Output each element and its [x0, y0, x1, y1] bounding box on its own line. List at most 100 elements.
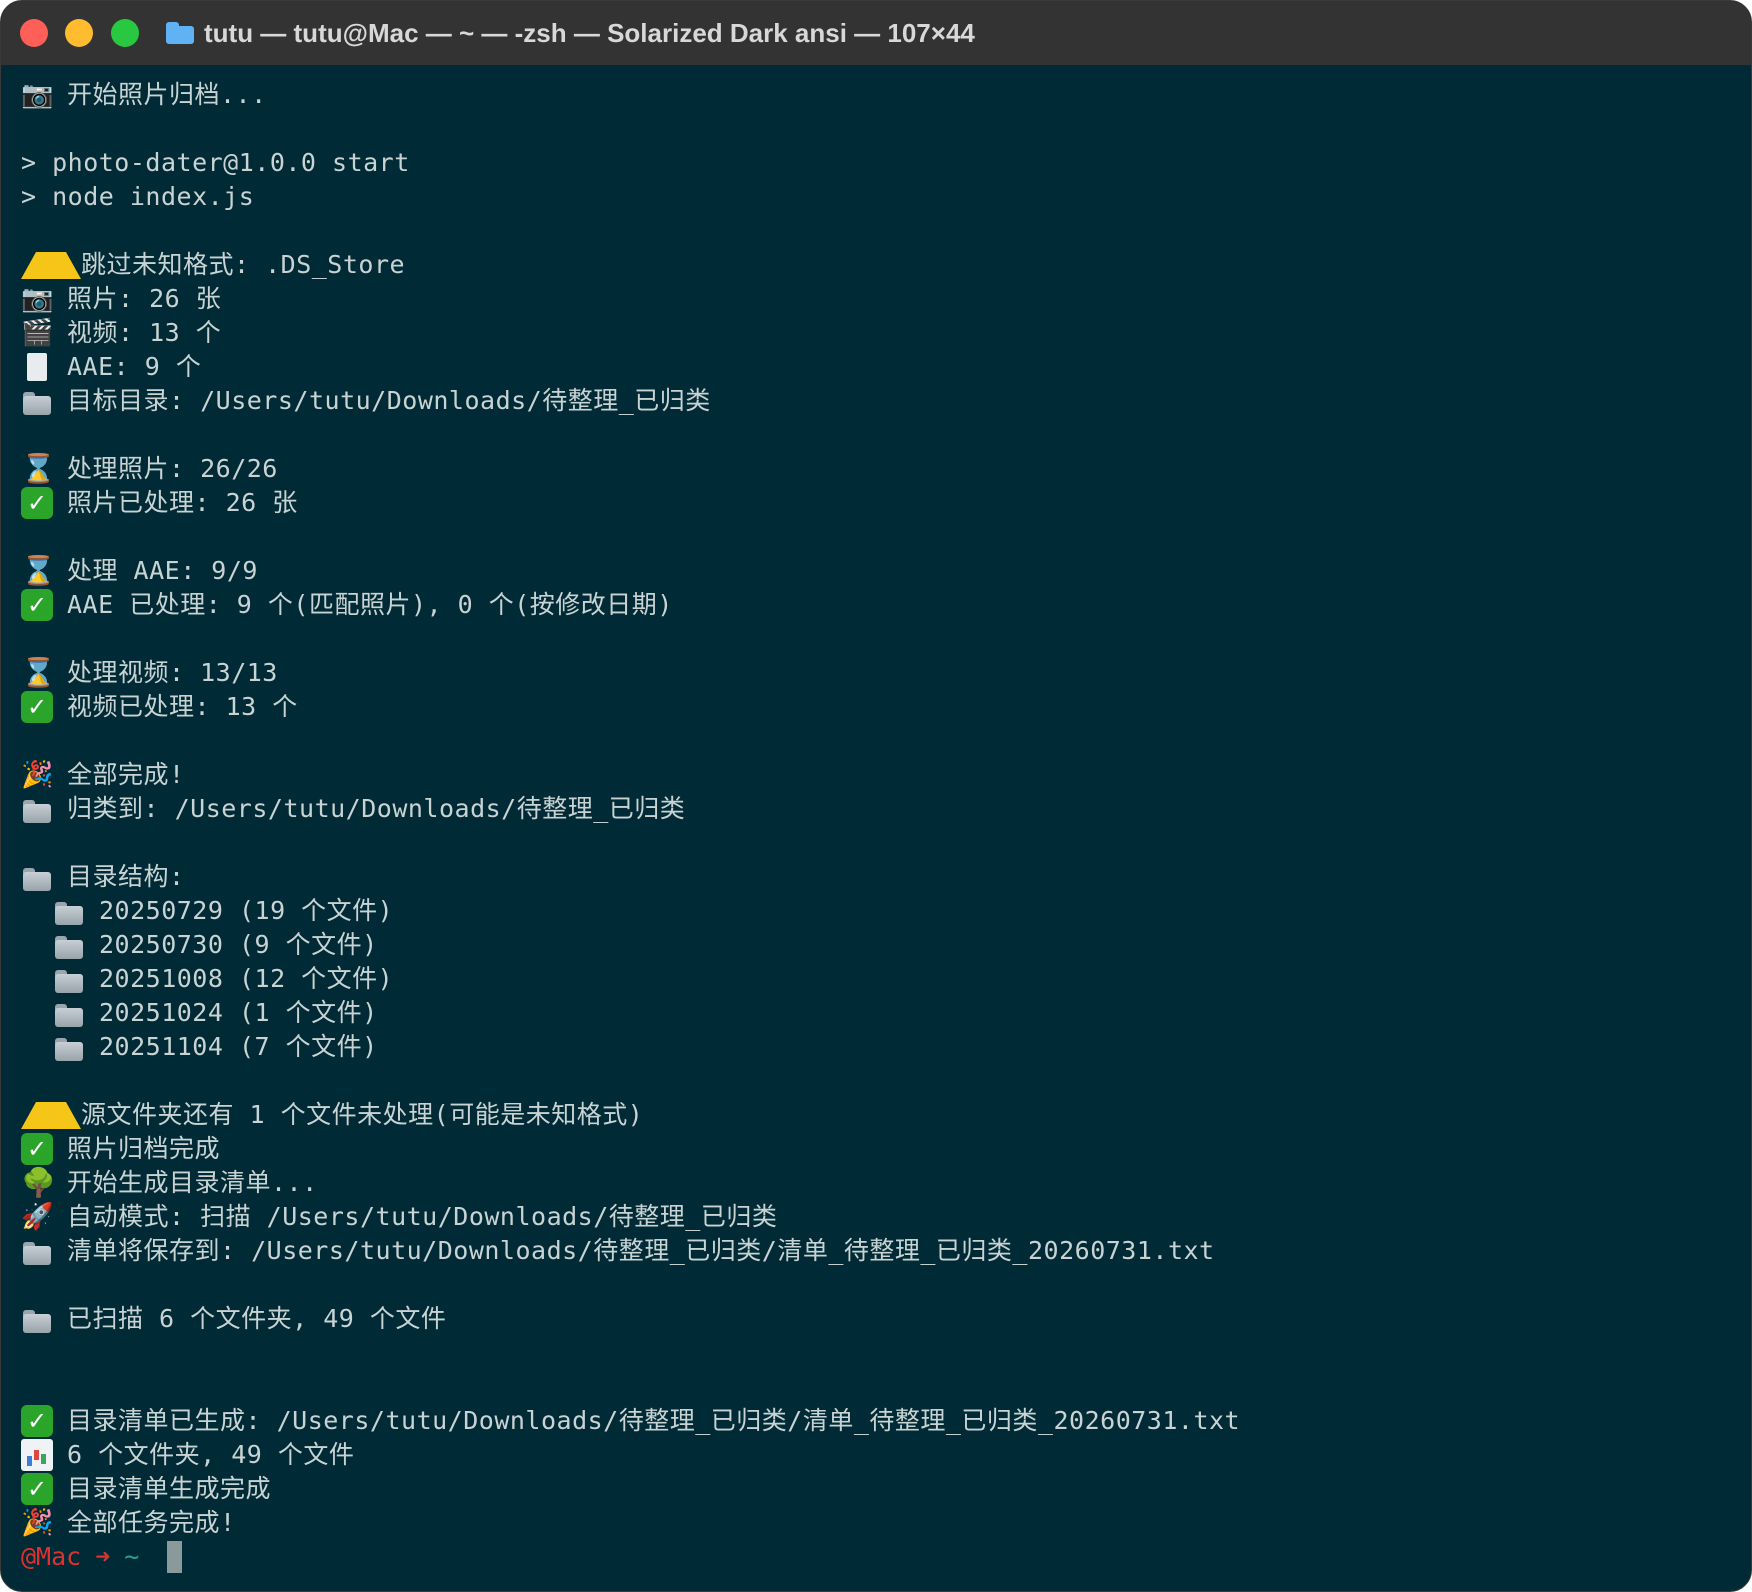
- output-line: ⌛ 处理 AAE: 9/9: [21, 554, 1741, 588]
- folder-icon: [21, 1235, 53, 1267]
- output-line: 🌳 开始生成目录清单...: [21, 1166, 1741, 1200]
- title-bar[interactable]: tutu — tutu@Mac — ~ — -zsh — Solarized D…: [1, 1, 1751, 66]
- output-text: 目录清单已生成: /Users/tutu/Downloads/待整理_已归类/清…: [67, 1406, 1241, 1435]
- output-line: 🎬 视频: 13 个: [21, 316, 1741, 350]
- output-text: 归类到: /Users/tutu/Downloads/待整理_已归类: [67, 794, 686, 823]
- output-line: 20251024 (1 个文件): [21, 996, 1741, 1030]
- bar-chart-icon: [21, 1439, 53, 1471]
- output-line: 跳过未知格式: .DS_Store: [21, 248, 1741, 282]
- folder-icon: [21, 1303, 53, 1335]
- output-line: > photo-dater@1.0.0 start: [21, 146, 1741, 180]
- output-line: 20251104 (7 个文件): [21, 1030, 1741, 1064]
- minimize-button[interactable]: [65, 19, 93, 47]
- text-cursor[interactable]: [167, 1541, 183, 1573]
- warning-icon: [21, 251, 81, 279]
- output-text: 处理视频: 13/13: [67, 658, 278, 687]
- party-icon: 🎉: [21, 1508, 54, 1538]
- party-icon: 🎉: [21, 760, 54, 790]
- output-line: 20251008 (12 个文件): [21, 962, 1741, 996]
- output-text: 照片归档完成: [67, 1134, 221, 1163]
- output-line: 🎉 全部任务完成!: [21, 1506, 1741, 1540]
- close-button[interactable]: [20, 19, 48, 47]
- check-icon: ✓: [21, 691, 53, 723]
- output-text: 20251008 (12 个文件): [99, 964, 394, 993]
- output-line: 🚀 自动模式: 扫描 /Users/tutu/Downloads/待整理_已归类: [21, 1200, 1741, 1234]
- folder-icon: [53, 895, 85, 927]
- output-line: ✓ 照片已处理: 26 张: [21, 486, 1741, 520]
- folder-icon: [166, 22, 194, 44]
- output-text: 处理照片: 26/26: [67, 454, 278, 483]
- output-text: 源文件夹还有 1 个文件未处理(可能是未知格式): [81, 1100, 644, 1129]
- output-text: 照片: 26 张: [67, 284, 222, 313]
- output-text: 20251024 (1 个文件): [99, 998, 378, 1027]
- check-icon: ✓: [21, 1473, 53, 1505]
- prompt-host: @Mac: [21, 1542, 82, 1571]
- terminal-window: tutu — tutu@Mac — ~ — -zsh — Solarized D…: [0, 0, 1752, 1592]
- folder-icon: [21, 793, 53, 825]
- output-line: 20250730 (9 个文件): [21, 928, 1741, 962]
- output-text: 清单将保存到: /Users/tutu/Downloads/待整理_已归类/清单…: [67, 1236, 1215, 1265]
- output-text: > photo-dater@1.0.0 start: [21, 148, 410, 177]
- output-line: ✓ AAE 已处理: 9 个(匹配照片), 0 个(按修改日期): [21, 588, 1741, 622]
- hourglass-icon: ⌛: [21, 452, 56, 485]
- output-text: > node index.js: [21, 182, 255, 211]
- output-text: 6 个文件夹, 49 个文件: [67, 1440, 355, 1469]
- output-line: ✓ 目录清单生成完成: [21, 1472, 1741, 1506]
- output-line: > node index.js: [21, 180, 1741, 214]
- output-text: AAE 已处理: 9 个(匹配照片), 0 个(按修改日期): [67, 590, 673, 619]
- output-line: ⌛ 处理视频: 13/13: [21, 656, 1741, 690]
- hourglass-icon: ⌛: [21, 656, 56, 689]
- output-text: 照片已处理: 26 张: [67, 488, 298, 517]
- output-line: 已扫描 6 个文件夹, 49 个文件: [21, 1302, 1741, 1336]
- output-line: ✓ 视频已处理: 13 个: [21, 690, 1741, 724]
- camera-icon: 📷: [21, 80, 54, 110]
- output-text: 视频: 13 个: [67, 318, 222, 347]
- camera-icon: 📷: [21, 284, 54, 314]
- output-text: 20250729 (19 个文件): [99, 896, 394, 925]
- output-line: 📷 照片: 26 张: [21, 282, 1741, 316]
- hourglass-icon: ⌛: [21, 554, 56, 587]
- document-icon: [21, 351, 53, 383]
- rocket-icon: 🚀: [21, 1202, 54, 1232]
- folder-icon: [53, 997, 85, 1029]
- output-text: 开始生成目录清单...: [67, 1168, 318, 1197]
- output-line: 源文件夹还有 1 个文件未处理(可能是未知格式): [21, 1098, 1741, 1132]
- output-line: 目录结构:: [21, 860, 1741, 894]
- check-icon: ✓: [21, 589, 53, 621]
- output-line: ⌛ 处理照片: 26/26: [21, 452, 1741, 486]
- output-text: 20250730 (9 个文件): [99, 930, 378, 959]
- output-text: 处理 AAE: 9/9: [67, 556, 258, 585]
- output-line: 清单将保存到: /Users/tutu/Downloads/待整理_已归类/清单…: [21, 1234, 1741, 1268]
- output-text: 视频已处理: 13 个: [67, 692, 298, 721]
- folder-icon: [21, 385, 53, 417]
- output-line: ✓ 目录清单已生成: /Users/tutu/Downloads/待整理_已归类/…: [21, 1404, 1741, 1438]
- output-line: ✓ 照片归档完成: [21, 1132, 1741, 1166]
- check-icon: ✓: [21, 1405, 53, 1437]
- output-line: 20250729 (19 个文件): [21, 894, 1741, 928]
- output-text: 目标目录: /Users/tutu/Downloads/待整理_已归类: [67, 386, 711, 415]
- output-line: 归类到: /Users/tutu/Downloads/待整理_已归类: [21, 792, 1741, 826]
- prompt-line[interactable]: @Mac ➜ ~: [21, 1540, 1741, 1574]
- output-line: 目标目录: /Users/tutu/Downloads/待整理_已归类: [21, 384, 1741, 418]
- output-text: 全部完成!: [67, 760, 185, 789]
- terminal-output[interactable]: 📷 开始照片归档... > photo-dater@1.0.0 start > nod…: [21, 78, 1741, 1591]
- output-text: 目录结构:: [67, 862, 185, 891]
- output-text: 全部任务完成!: [67, 1508, 236, 1537]
- folder-icon: [53, 1031, 85, 1063]
- check-icon: ✓: [21, 487, 53, 519]
- folder-icon: [53, 963, 85, 995]
- zoom-button[interactable]: [111, 19, 139, 47]
- output-line: AAE: 9 个: [21, 350, 1741, 384]
- output-line: 🎉 全部完成!: [21, 758, 1741, 792]
- output-line: 📷 开始照片归档...: [21, 78, 1741, 112]
- prompt-arrow-icon: ➜: [95, 1542, 111, 1571]
